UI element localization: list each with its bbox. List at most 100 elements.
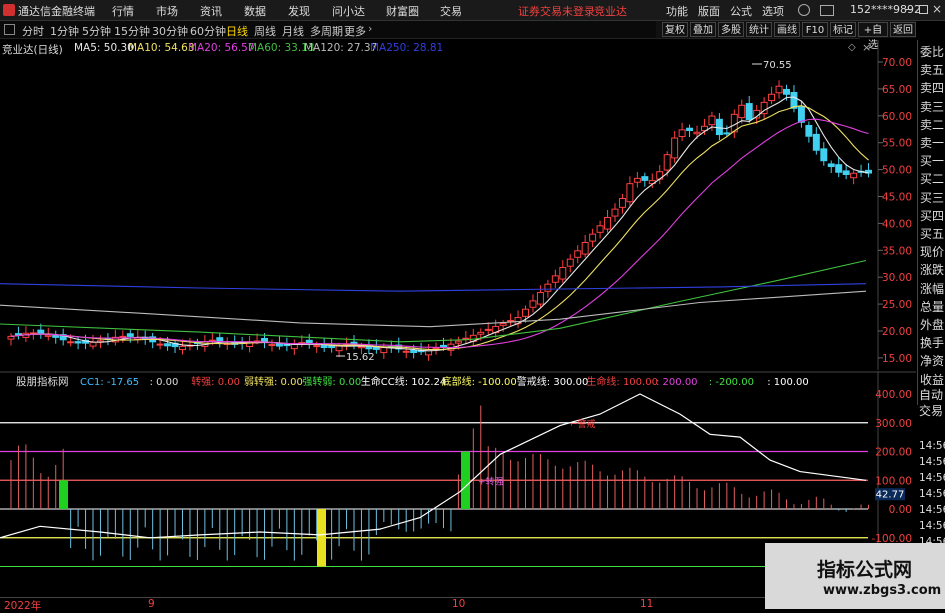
menu-item-function[interactable]: 功能 bbox=[666, 3, 688, 19]
period-tab-1min[interactable]: 1分钟 bbox=[50, 23, 79, 39]
period-tab-weekly[interactable]: 周线 bbox=[254, 23, 276, 39]
candle bbox=[671, 137, 679, 159]
back-button[interactable]: 返回 bbox=[890, 22, 916, 37]
watermark: 指标公式网 www.zbgs3.com bbox=[765, 543, 945, 609]
time-label-2: 14:56 bbox=[919, 472, 945, 484]
candle bbox=[850, 172, 858, 179]
stats-button[interactable]: 统计 bbox=[746, 22, 772, 37]
menu-item-market[interactable]: 市场 bbox=[156, 3, 178, 19]
candle bbox=[820, 148, 828, 162]
period-tab-5min[interactable]: 5分钟 bbox=[82, 23, 111, 39]
f10-button[interactable]: F10 bbox=[802, 22, 828, 37]
side-label-2[interactable]: 卖四 bbox=[920, 79, 944, 96]
ma10-label: MA10: 54.63 bbox=[128, 42, 195, 54]
candle bbox=[507, 320, 515, 323]
indicator-tick-label: 300.00 bbox=[875, 418, 912, 430]
candle bbox=[14, 333, 22, 336]
side-label-7[interactable]: 买二 bbox=[920, 170, 944, 187]
strong-to-weak-block bbox=[59, 480, 68, 509]
menu-bar: 通达信金融终端 行情 市场 资讯 数据 发现 问小达 财富圈 交易 证券交易未登… bbox=[0, 0, 945, 21]
price-tick-label: 30.00 bbox=[882, 272, 912, 284]
candle bbox=[768, 93, 776, 102]
ma5-label: MA5: 50.30 bbox=[74, 42, 134, 54]
candle bbox=[89, 341, 97, 347]
minimize-icon[interactable] bbox=[905, 9, 913, 10]
candle bbox=[335, 345, 343, 352]
low-price-label: 15.62 bbox=[346, 352, 375, 363]
candle bbox=[835, 164, 843, 173]
overlay-button[interactable]: 叠加 bbox=[690, 22, 716, 37]
restore-icon[interactable] bbox=[919, 5, 928, 14]
login-notice[interactable]: 证券交易未登录 bbox=[518, 3, 595, 19]
side-label-3[interactable]: 卖三 bbox=[920, 98, 944, 115]
side-label-0[interactable]: 委比 bbox=[920, 43, 944, 60]
turn-strong-block bbox=[461, 451, 470, 509]
menu-item-wealth[interactable]: 财富圈 bbox=[386, 3, 419, 19]
menu-item-data[interactable]: 数据 bbox=[244, 3, 266, 19]
add-watchlist-button[interactable]: +自选 bbox=[858, 22, 888, 51]
price-chart[interactable]: 70.00 65.00 60.00 55.00 50.00 45.00 40.00 35.00… bbox=[0, 40, 916, 370]
price-tick-label: 40.00 bbox=[882, 218, 912, 230]
side-label-17[interactable]: 净资 bbox=[920, 352, 944, 369]
settings-icon[interactable]: ◇ bbox=[848, 42, 856, 53]
candle bbox=[477, 331, 485, 335]
menu-item-layout[interactable]: 版面 bbox=[698, 3, 720, 19]
mark-button[interactable]: 标记 bbox=[830, 22, 856, 37]
side-label-1[interactable]: 卖五 bbox=[920, 61, 944, 78]
indicator-name[interactable]: 股朋指标网 bbox=[16, 374, 69, 389]
close-chart-icon[interactable]: × bbox=[862, 41, 871, 54]
period-tab-multi[interactable]: 多周期 bbox=[310, 23, 343, 39]
candle bbox=[357, 346, 365, 349]
quote-side-panel: 委比 卖五 卖四 卖三 卖二 卖一 买一 买二 买三 买四 买五 现价 涨跌 涨幅 总量 外盘 换手 净资 收益 bbox=[917, 40, 945, 405]
menu-item-discover[interactable]: 发现 bbox=[288, 3, 310, 19]
side-label-8[interactable]: 买三 bbox=[920, 189, 944, 206]
period-tab-30min[interactable]: 30分钟 bbox=[152, 23, 188, 39]
menu-item-quotes[interactable]: 行情 bbox=[112, 3, 134, 19]
price-tick-label: 50.00 bbox=[882, 165, 912, 177]
period-tab-daily[interactable]: 日线 bbox=[226, 23, 248, 39]
candle bbox=[574, 250, 582, 258]
draw-button[interactable]: 画线 bbox=[774, 22, 800, 37]
side-label-15[interactable]: 外盘 bbox=[920, 316, 944, 333]
side-label-11[interactable]: 现价 bbox=[920, 243, 944, 260]
menu-item-trade[interactable]: 交易 bbox=[440, 3, 462, 19]
period-tab-15min[interactable]: 15分钟 bbox=[114, 23, 150, 39]
multi-stock-button[interactable]: 多股 bbox=[718, 22, 744, 37]
period-tab-60min[interactable]: 60分钟 bbox=[190, 23, 226, 39]
side-label-16[interactable]: 换手 bbox=[920, 334, 944, 351]
current-value-label: 42.77 bbox=[876, 489, 905, 500]
adjust-button[interactable]: 复权 bbox=[662, 22, 688, 37]
menu-item-news[interactable]: 资讯 bbox=[200, 3, 222, 19]
menu-item-formula[interactable]: 公式 bbox=[730, 3, 752, 19]
side-label-9[interactable]: 买四 bbox=[920, 207, 944, 224]
period-tab-timeshare[interactable]: 分时 bbox=[22, 23, 44, 39]
mail-icon[interactable] bbox=[820, 5, 834, 16]
period-tab-more[interactable]: 更多 bbox=[344, 23, 366, 39]
side-label-13[interactable]: 涨幅 bbox=[920, 280, 944, 297]
grid-icon[interactable] bbox=[4, 24, 15, 35]
side-label-4[interactable]: 卖二 bbox=[920, 116, 944, 133]
price-tick-label: 55.00 bbox=[882, 138, 912, 150]
x-label-2022: 2022年 bbox=[4, 600, 42, 612]
candle bbox=[618, 198, 626, 208]
indicator-tick-label: 400.00 bbox=[875, 389, 912, 401]
watermark-url: www.zbgs3.com bbox=[823, 583, 942, 598]
side-label-5[interactable]: 卖一 bbox=[920, 134, 944, 151]
candle bbox=[775, 85, 783, 94]
side-label-6[interactable]: 买一 bbox=[920, 152, 944, 169]
side-label-12[interactable]: 涨跌 bbox=[920, 261, 944, 278]
stock-name-notice: 竞业达 bbox=[594, 5, 627, 18]
price-tick-label: 60.00 bbox=[882, 111, 912, 123]
ma-legend: 竞业达(日线) MA5: 50.30 MA10: 54.63 MA20: 56.… bbox=[2, 42, 562, 56]
candle bbox=[536, 292, 544, 305]
menu-item-options[interactable]: 选项 bbox=[762, 3, 784, 19]
side-label-14[interactable]: 总量 bbox=[920, 298, 944, 315]
menu-item-ask[interactable]: 问小达 bbox=[332, 3, 365, 19]
close-icon[interactable]: × bbox=[932, 2, 942, 16]
side-label-10[interactable]: 买五 bbox=[920, 225, 944, 242]
period-tab-monthly[interactable]: 月线 bbox=[282, 23, 304, 39]
x-label-9: 9 bbox=[148, 598, 155, 610]
ma250-label: MA250: 28.81 bbox=[370, 42, 444, 54]
candle bbox=[551, 275, 559, 283]
candle bbox=[268, 344, 276, 347]
